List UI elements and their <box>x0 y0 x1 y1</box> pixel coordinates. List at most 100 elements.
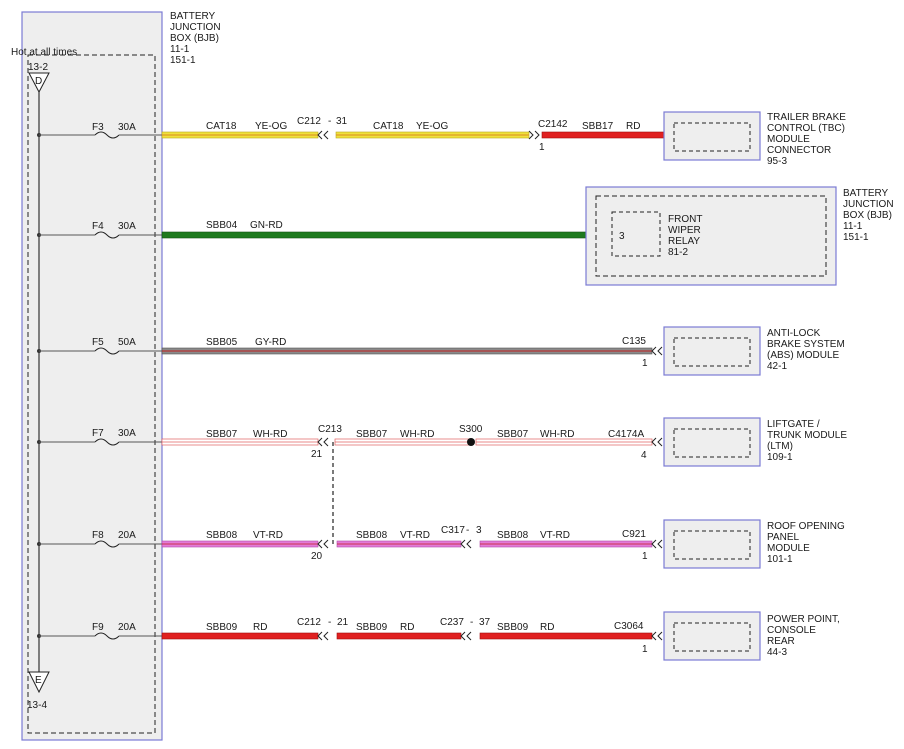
wire-segment <box>479 632 653 640</box>
module-box <box>663 326 761 376</box>
wire-circuit-label: SBB09 <box>356 622 388 633</box>
inline-connector-pin: 31 <box>336 116 348 127</box>
module-label: ANTI-LOCK <box>767 328 821 339</box>
module-label: TRUNK MODULE <box>767 430 847 441</box>
wire-circuit-label: CAT18 <box>373 121 404 132</box>
wire-circuit-label: SBB08 <box>356 530 388 541</box>
end-connector-name: C135 <box>622 336 646 347</box>
fuse-amps: 50A <box>118 337 136 348</box>
module-box <box>663 111 761 161</box>
relay-label: RELAY <box>668 236 700 247</box>
wire-circuit-label: SBB09 <box>206 622 238 633</box>
wire-color-label: YE-OG <box>255 121 287 132</box>
module-label: BRAKE SYSTEM <box>767 339 845 350</box>
module-label: 95-3 <box>767 156 787 167</box>
inline-connector-name: C237 <box>440 617 464 628</box>
end-connector-icon <box>651 631 663 641</box>
wire-color-label: WH-RD <box>253 429 287 440</box>
wire-circuit-label: SBB08 <box>497 530 529 541</box>
wire-color-label: RD <box>400 622 414 633</box>
wire-segment <box>541 131 665 139</box>
bjb-title-3: BOX (BJB) <box>170 33 219 44</box>
module-label: 101-1 <box>767 554 793 565</box>
splice-connector-icon <box>317 437 329 447</box>
module-label: 109-1 <box>767 452 793 463</box>
wire-color-label: VT-RD <box>400 530 430 541</box>
wire-circuit-label: CAT18 <box>206 121 237 132</box>
bjb-title-4: 11-1 <box>170 44 190 55</box>
inline-connector-pin: 21 <box>337 617 349 628</box>
fuse-label: F9 <box>92 622 104 633</box>
module-label: 151-1 <box>843 232 869 243</box>
inline-connector-icon <box>460 539 472 549</box>
inline-connector-sep: - <box>466 525 469 536</box>
wire-color-label: WH-RD <box>540 429 574 440</box>
bjb-title-2: JUNCTION <box>170 22 221 33</box>
module-box <box>663 611 761 661</box>
inline-connector-name: C317 <box>441 525 465 536</box>
wire-circuit-label: SBB08 <box>206 530 238 541</box>
top-connector-ref: 13-2 <box>28 62 48 73</box>
splice-connector-icon <box>317 539 329 549</box>
module-label: MODULE <box>767 134 810 145</box>
inline-connector-sep: - <box>328 116 331 127</box>
relay-label: 81-2 <box>668 247 688 258</box>
end-connector-pin: 1 <box>539 142 545 153</box>
module-label: CONTROL (TBC) <box>767 123 845 134</box>
end-connector-icon <box>651 539 663 549</box>
module-label: (ABS) MODULE <box>767 350 840 361</box>
end-connector-pin: 4 <box>641 450 647 461</box>
inline-connector-pin: 37 <box>479 617 491 628</box>
circuit-f4: F4 30A SBB04 GN-RD 3 FRONT WIPER RELAY 8… <box>37 186 894 286</box>
module-label: ROOF OPENING <box>767 521 845 532</box>
bottom-connector-letter: E <box>35 675 42 686</box>
module-label: 42-1 <box>767 361 787 372</box>
wire-circuit-label: SBB09 <box>497 622 529 633</box>
fuse-label: F4 <box>92 221 104 232</box>
inline-connector-icon <box>528 130 540 140</box>
wire-circuit-label: SBB07 <box>497 429 529 440</box>
inline-connector-name: C212 <box>297 617 321 628</box>
module-label: LIFTGATE / <box>767 419 820 430</box>
module-label: (LTM) <box>767 441 793 452</box>
wire-color-label: RD <box>540 622 554 633</box>
inline-connector-pin: 3 <box>476 525 482 536</box>
end-connector-pin: 1 <box>642 644 648 655</box>
module-label: JUNCTION <box>843 199 894 210</box>
relay-label: FRONT <box>668 214 702 225</box>
fuse-label: F7 <box>92 428 104 439</box>
wire-color-label: RD <box>253 622 267 633</box>
module-label: 11-1 <box>843 221 863 232</box>
end-connector-pin: 1 <box>642 551 648 562</box>
splice-connector-pin: 20 <box>311 551 323 562</box>
module-label: BOX (BJB) <box>843 210 892 221</box>
module-label: TRAILER BRAKE <box>767 112 846 123</box>
relay-pin: 3 <box>619 231 625 242</box>
inline-connector-sep: - <box>328 617 331 628</box>
wire-color-label: GY-RD <box>255 337 286 348</box>
inline-connector-sep: - <box>470 617 473 628</box>
end-connector-name: C2142 <box>538 119 568 130</box>
top-connector-letter: D <box>35 76 42 87</box>
inline-connector-icon <box>317 130 329 140</box>
inline-connector-icon <box>460 631 472 641</box>
wire-circuit-label: SBB07 <box>206 429 238 440</box>
relay-label: WIPER <box>668 225 701 236</box>
module-label: MODULE <box>767 543 810 554</box>
fuse-label: F8 <box>92 530 104 541</box>
module-label: PANEL <box>767 532 799 543</box>
wire-segment <box>336 632 462 640</box>
wire-color-label: YE-OG <box>416 121 448 132</box>
bottom-connector-ref: 13-4 <box>27 700 47 711</box>
end-connector-name: C3064 <box>614 621 644 632</box>
hot-label: Hot at all times <box>11 47 77 58</box>
wire-circuit-label: SBB17 <box>582 121 614 132</box>
wire-circuit-label: SBB04 <box>206 220 238 231</box>
inline-connector-name: C212 <box>297 116 321 127</box>
splice-connector-pin: 21 <box>311 449 323 460</box>
fuse-amps: 30A <box>118 428 136 439</box>
wiring-diagram: BATTERY JUNCTION BOX (BJB) 11-1 151-1 Ho… <box>11 11 894 741</box>
module-label: POWER POINT, <box>767 614 840 625</box>
splice-point <box>467 438 475 446</box>
module-label: 44-3 <box>767 647 787 658</box>
